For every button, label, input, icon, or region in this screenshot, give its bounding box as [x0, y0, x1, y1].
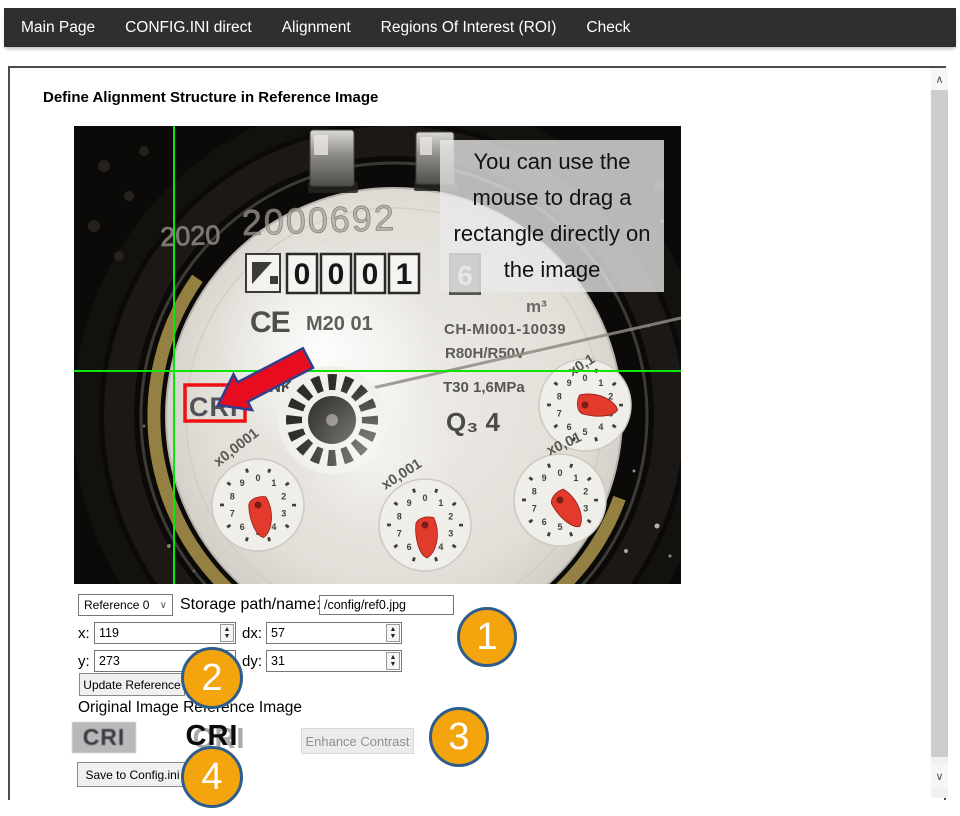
svg-text:1: 1 — [598, 378, 603, 388]
svg-text:m³: m³ — [526, 297, 547, 316]
y-label: y: — [78, 653, 90, 670]
dx-input[interactable] — [266, 622, 402, 644]
svg-text:6: 6 — [567, 422, 572, 432]
svg-text:8: 8 — [397, 512, 402, 522]
svg-text:2: 2 — [583, 487, 588, 497]
dx-label: dx: — [242, 625, 262, 642]
spinner-down-icon[interactable]: ▼ — [390, 661, 397, 668]
step-circle-2: 2 — [181, 647, 243, 709]
svg-text:7: 7 — [397, 528, 402, 538]
svg-text:0: 0 — [328, 258, 345, 291]
svg-text:7: 7 — [532, 503, 537, 513]
svg-text:0: 0 — [362, 258, 379, 291]
enhance-contrast-button[interactable]: Enhance Contrast — [301, 728, 414, 754]
svg-text:5: 5 — [557, 522, 562, 532]
scrollbar-up-button[interactable]: ∧ — [931, 68, 948, 90]
svg-text:4: 4 — [598, 422, 603, 432]
spinner-down-icon[interactable]: ▼ — [224, 633, 231, 640]
spinner-up-icon[interactable]: ▲ — [390, 626, 397, 633]
drag-hint-overlay: You can use the mouse to drag a rectangl… — [440, 140, 664, 292]
svg-text:6: 6 — [407, 542, 412, 552]
page-title: Define Alignment Structure in Reference … — [43, 89, 378, 106]
top-navbar: Main Page CONFIG.INI direct Alignment Re… — [4, 8, 956, 47]
svg-text:CE: CE — [250, 306, 290, 339]
svg-text:4: 4 — [438, 542, 443, 552]
svg-text:1: 1 — [438, 498, 443, 508]
original-image-thumbnail: CRI — [72, 722, 136, 753]
chevron-down-icon: ∨ — [160, 600, 172, 611]
chrome-clip-left — [308, 130, 358, 193]
x-spinner[interactable]: ▲ ▼ — [220, 624, 234, 642]
svg-text:2000692: 2000692 — [241, 197, 396, 243]
svg-text:8: 8 — [230, 492, 235, 502]
step-circle-4: 4 — [181, 746, 243, 808]
reference-select-value: Reference 0 — [79, 598, 160, 612]
svg-text:6: 6 — [542, 517, 547, 527]
svg-text:0: 0 — [255, 473, 260, 483]
svg-text:5: 5 — [582, 427, 587, 437]
svg-text:2: 2 — [281, 492, 286, 502]
svg-text:0: 0 — [582, 373, 587, 383]
svg-text:1: 1 — [396, 258, 413, 291]
svg-text:Q₃ 4: Q₃ 4 — [446, 407, 500, 437]
step-circle-1: 1 — [457, 607, 517, 667]
svg-text:3: 3 — [583, 503, 588, 513]
svg-text:9: 9 — [567, 378, 572, 388]
dx-spinner[interactable]: ▲ ▼ — [386, 624, 400, 642]
svg-text:0: 0 — [557, 468, 562, 478]
nav-alignment[interactable]: Alignment — [282, 19, 351, 37]
scroll-up-icon: ∧ — [935, 73, 943, 86]
svg-text:9: 9 — [407, 498, 412, 508]
step-circle-3: 3 — [429, 707, 489, 767]
reference-select[interactable]: Reference 0 ∨ — [78, 594, 173, 616]
vertical-scrollbar[interactable]: ∧ ∨ — [931, 68, 948, 798]
svg-text:T30 1,6MPa: T30 1,6MPa — [443, 379, 525, 396]
nav-config-ini-direct[interactable]: CONFIG.INI direct — [125, 19, 252, 37]
svg-text:9: 9 — [240, 478, 245, 488]
dial-x0-001: 0123456789 — [379, 479, 471, 571]
scrollbar-thumb[interactable] — [931, 90, 948, 757]
spinner-up-icon[interactable]: ▲ — [390, 654, 397, 661]
update-reference-button[interactable]: Update Reference — [79, 673, 185, 696]
svg-text:1: 1 — [271, 478, 276, 488]
svg-text:0: 0 — [422, 493, 427, 503]
storage-path-input[interactable] — [319, 595, 454, 615]
save-to-config-button[interactable]: Save to Config.ini — [77, 762, 188, 787]
scrollbar-down-button[interactable]: ∨ — [931, 764, 948, 788]
svg-text:1: 1 — [573, 473, 578, 483]
dial-x0-01: 0123456789 — [514, 454, 606, 546]
reference-image[interactable]: 2020 2000692 0 0 0 1 6 — [74, 126, 681, 584]
storage-path-label: Storage path/name: — [180, 596, 321, 614]
svg-text:4: 4 — [271, 522, 276, 532]
dy-input[interactable] — [266, 650, 402, 672]
thumbnail-captions: Original Image Reference Image — [78, 699, 302, 717]
svg-text:0: 0 — [294, 258, 311, 291]
svg-text:3: 3 — [281, 508, 286, 518]
svg-text:7: 7 — [230, 508, 235, 518]
svg-text:2020: 2020 — [160, 220, 221, 252]
dy-label: dy: — [242, 653, 262, 670]
svg-text:2: 2 — [448, 512, 453, 522]
svg-text:9: 9 — [542, 473, 547, 483]
dial-x0-0001: 0123456789 — [212, 459, 304, 551]
dy-spinner[interactable]: ▲ ▼ — [386, 652, 400, 670]
spinner-down-icon[interactable]: ▼ — [390, 633, 397, 640]
nav-regions-of-interest[interactable]: Regions Of Interest (ROI) — [381, 19, 557, 37]
scroll-down-icon: ∨ — [935, 770, 943, 783]
nav-check[interactable]: Check — [586, 19, 630, 37]
nav-main-page[interactable]: Main Page — [21, 19, 95, 37]
spinner-up-icon[interactable]: ▲ — [224, 626, 231, 633]
x-label: x: — [78, 625, 90, 642]
svg-text:6: 6 — [240, 522, 245, 532]
svg-text:M20 01: M20 01 — [306, 313, 373, 335]
svg-text:7: 7 — [557, 408, 562, 418]
svg-text:8: 8 — [557, 392, 562, 402]
original-image-label: Original Image — [78, 699, 179, 716]
svg-text:3: 3 — [448, 528, 453, 538]
x-input[interactable] — [94, 622, 236, 644]
svg-text:8: 8 — [532, 487, 537, 497]
svg-text:CH-MI001-10039: CH-MI001-10039 — [444, 321, 566, 338]
svg-text:R80H/R50V: R80H/R50V — [445, 345, 525, 362]
